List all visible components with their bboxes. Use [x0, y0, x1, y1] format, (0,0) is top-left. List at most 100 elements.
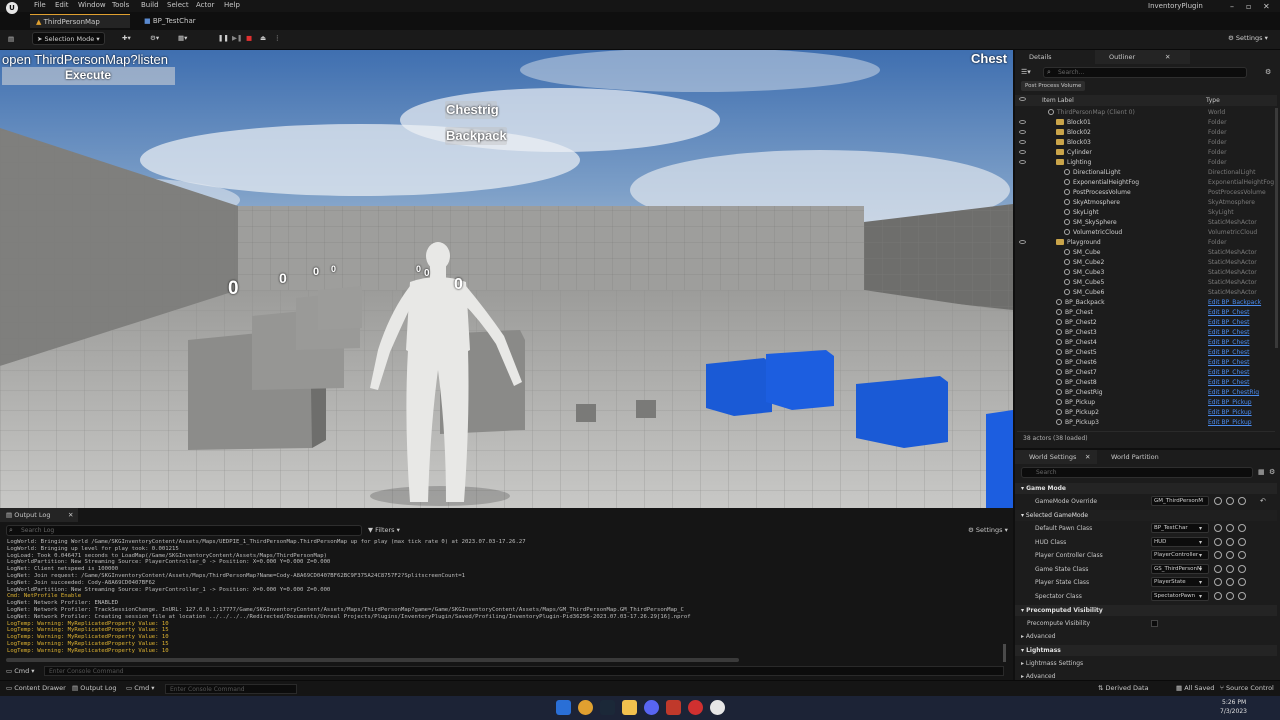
tab-outliner[interactable]: Outliner ✕	[1095, 50, 1190, 64]
derived-data-button[interactable]: ⇅ Derived Data	[1098, 684, 1149, 692]
lightmass-settings-toggle[interactable]: ▸ Lightmass Settings	[1015, 657, 1277, 670]
edit-blueprint-link[interactable]: Edit BP_Chest	[1208, 339, 1249, 346]
clear-icon[interactable]	[1238, 578, 1246, 586]
outliner-row[interactable]: Block02 Folder	[1015, 128, 1277, 138]
chevron-down-icon[interactable]: ▾	[1199, 539, 1202, 546]
add-icon[interactable]	[1226, 578, 1234, 586]
outliner-row[interactable]: BP_Chest6 Edit BP_Chest	[1015, 358, 1277, 368]
outliner-row[interactable]: SM_Cube5 StaticMeshActor	[1015, 278, 1277, 288]
add-icon[interactable]	[1226, 551, 1234, 559]
world-settings-gear-icon[interactable]: ⚙	[1269, 468, 1275, 476]
chevron-down-icon[interactable]: ▾	[1199, 552, 1202, 559]
add-actor-icon[interactable]: ✚▾	[122, 34, 131, 47]
status-console-input[interactable]: Enter Console Command	[165, 684, 297, 694]
tab-output-log[interactable]: ▤ Output Log ✕	[0, 508, 78, 522]
level-viewport[interactable]: open ThirdPersonMap?listen Execute Chest…	[0, 50, 1013, 508]
chrome-icon[interactable]	[578, 700, 593, 715]
menu-build[interactable]: Build	[141, 1, 159, 9]
clear-icon[interactable]	[1238, 497, 1246, 505]
log-h-scrollbar[interactable]	[6, 658, 739, 662]
source-control-button[interactable]: ⑂ Source Control	[1220, 684, 1274, 692]
outliner-row[interactable]: BP_Pickup Edit BP_Pickup	[1015, 398, 1277, 408]
visibility-icon[interactable]	[1019, 240, 1026, 244]
edit-blueprint-link[interactable]: Edit BP_Chest	[1208, 319, 1249, 326]
section-lightmass[interactable]: ▾ Lightmass	[1015, 645, 1277, 656]
outliner-row[interactable]: BP_Chest3 Edit BP_Chest	[1015, 328, 1277, 338]
outliner-row[interactable]: VolumetricCloud VolumetricCloud	[1015, 228, 1277, 238]
add-icon[interactable]	[1226, 564, 1234, 573]
browse-icon[interactable]	[1214, 497, 1222, 505]
filter-chip[interactable]: Post Process Volume	[1021, 81, 1086, 91]
clear-icon[interactable]	[1238, 564, 1246, 573]
chestrig-item-button[interactable]: Chestrig	[446, 102, 499, 117]
minimize-icon[interactable]: –	[1230, 2, 1234, 11]
reset-icon[interactable]: ↶	[1260, 497, 1266, 505]
outliner-search-input[interactable]: Search...	[1043, 67, 1247, 78]
discord-icon[interactable]	[644, 700, 659, 715]
tab-world-settings[interactable]: World Settings ✕	[1015, 450, 1097, 464]
cmd-dropdown[interactable]: ▭ Cmd ▾	[6, 667, 35, 675]
log-settings-button[interactable]: ⚙ Settings ▾	[968, 526, 1008, 534]
browse-icon[interactable]	[1214, 537, 1222, 546]
menu-select[interactable]: Select	[167, 1, 189, 9]
filter-icon[interactable]: ☰▾	[1021, 68, 1031, 76]
outliner-row[interactable]: BP_Chest7 Edit BP_Chest	[1015, 368, 1277, 378]
content-drawer-button[interactable]: ▭ Content Drawer	[6, 684, 66, 692]
chevron-down-icon[interactable]: ▾	[1199, 593, 1202, 600]
obs-icon[interactable]	[688, 700, 703, 715]
eject-icon[interactable]: ⏏	[260, 34, 266, 47]
outliner-row[interactable]: Cylinder Folder	[1015, 148, 1277, 158]
app-icon[interactable]	[666, 700, 681, 715]
edit-blueprint-link[interactable]: Edit BP_Pickup	[1208, 399, 1252, 406]
outliner-row[interactable]: BP_Chest Edit BP_Chest	[1015, 308, 1277, 318]
clear-icon[interactable]	[1238, 591, 1246, 600]
clear-icon[interactable]	[1238, 551, 1246, 559]
close-tab-icon[interactable]: ✕	[1165, 53, 1170, 61]
edit-blueprint-link[interactable]: Edit BP_Chest	[1208, 349, 1249, 356]
cmd-button[interactable]: ▭ Cmd ▾	[126, 684, 155, 692]
outliner-row[interactable]: Playground Folder	[1015, 238, 1277, 248]
edit-blueprint-link[interactable]: Edit BP_Pickup	[1208, 419, 1252, 426]
browse-icon[interactable]	[1214, 564, 1222, 573]
edit-blueprint-link[interactable]: Edit BP_Pickup	[1208, 409, 1252, 416]
clear-icon[interactable]	[1238, 524, 1246, 532]
outliner-row[interactable]: BP_Backpack Edit BP_Backpack	[1015, 298, 1277, 308]
precompute-checkbox[interactable]	[1151, 620, 1158, 627]
close-window-icon[interactable]: ✕	[1263, 2, 1270, 11]
visibility-icon[interactable]	[1019, 120, 1026, 124]
outliner-row[interactable]: ExponentialHeightFog ExponentialHeightFog	[1015, 178, 1277, 188]
edit-blueprint-link[interactable]: Edit BP_Chest	[1208, 309, 1249, 316]
visibility-icon[interactable]	[1019, 150, 1026, 154]
visibility-icon[interactable]	[1019, 97, 1026, 101]
add-icon[interactable]	[1226, 591, 1234, 600]
windows-start-icon[interactable]	[556, 700, 571, 715]
add-icon[interactable]	[1226, 497, 1234, 505]
console-input[interactable]: Enter Console Command	[44, 666, 1004, 676]
tab-details[interactable]: Details	[1015, 50, 1060, 64]
edit-blueprint-link[interactable]: Edit BP_Chest	[1208, 329, 1249, 336]
tab-world-partition[interactable]: World Partition	[1097, 450, 1167, 464]
outliner-row[interactable]: Lighting Folder	[1015, 158, 1277, 168]
log-v-scrollbar[interactable]	[1003, 644, 1006, 662]
unreal-engine-icon[interactable]	[710, 700, 725, 715]
outliner-row[interactable]: SM_Cube StaticMeshActor	[1015, 248, 1277, 258]
menu-tools[interactable]: Tools	[112, 1, 129, 9]
tab-thirdpersonmap[interactable]: ▲ ThirdPersonMap	[30, 14, 130, 28]
selection-mode-dropdown[interactable]: ➤ Selection Mode ▾	[32, 32, 105, 45]
browse-icon[interactable]	[1214, 578, 1222, 586]
menu-edit[interactable]: Edit	[55, 1, 69, 9]
outliner-row[interactable]: BP_Chest5 Edit BP_Chest	[1015, 348, 1277, 358]
outliner-row[interactable]: SM_Cube3 StaticMeshActor	[1015, 268, 1277, 278]
outliner-row[interactable]: SkyLight SkyLight	[1015, 208, 1277, 218]
menu-file[interactable]: File	[34, 1, 46, 9]
visibility-icon[interactable]	[1019, 160, 1026, 164]
visibility-icon[interactable]	[1019, 140, 1026, 144]
unreal-logo-icon[interactable]: U	[6, 2, 18, 14]
close-tab-icon[interactable]: ✕	[1085, 453, 1090, 461]
menu-help[interactable]: Help	[224, 1, 240, 9]
backpack-item-button[interactable]: Backpack	[446, 128, 507, 143]
outliner-row[interactable]: PostProcessVolume PostProcessVolume	[1015, 188, 1277, 198]
browse-icon[interactable]	[1214, 524, 1222, 532]
chevron-down-icon[interactable]: ▾	[1199, 525, 1202, 532]
gamemode-override-select[interactable]: GM_ThirdPersonM	[1151, 496, 1209, 506]
